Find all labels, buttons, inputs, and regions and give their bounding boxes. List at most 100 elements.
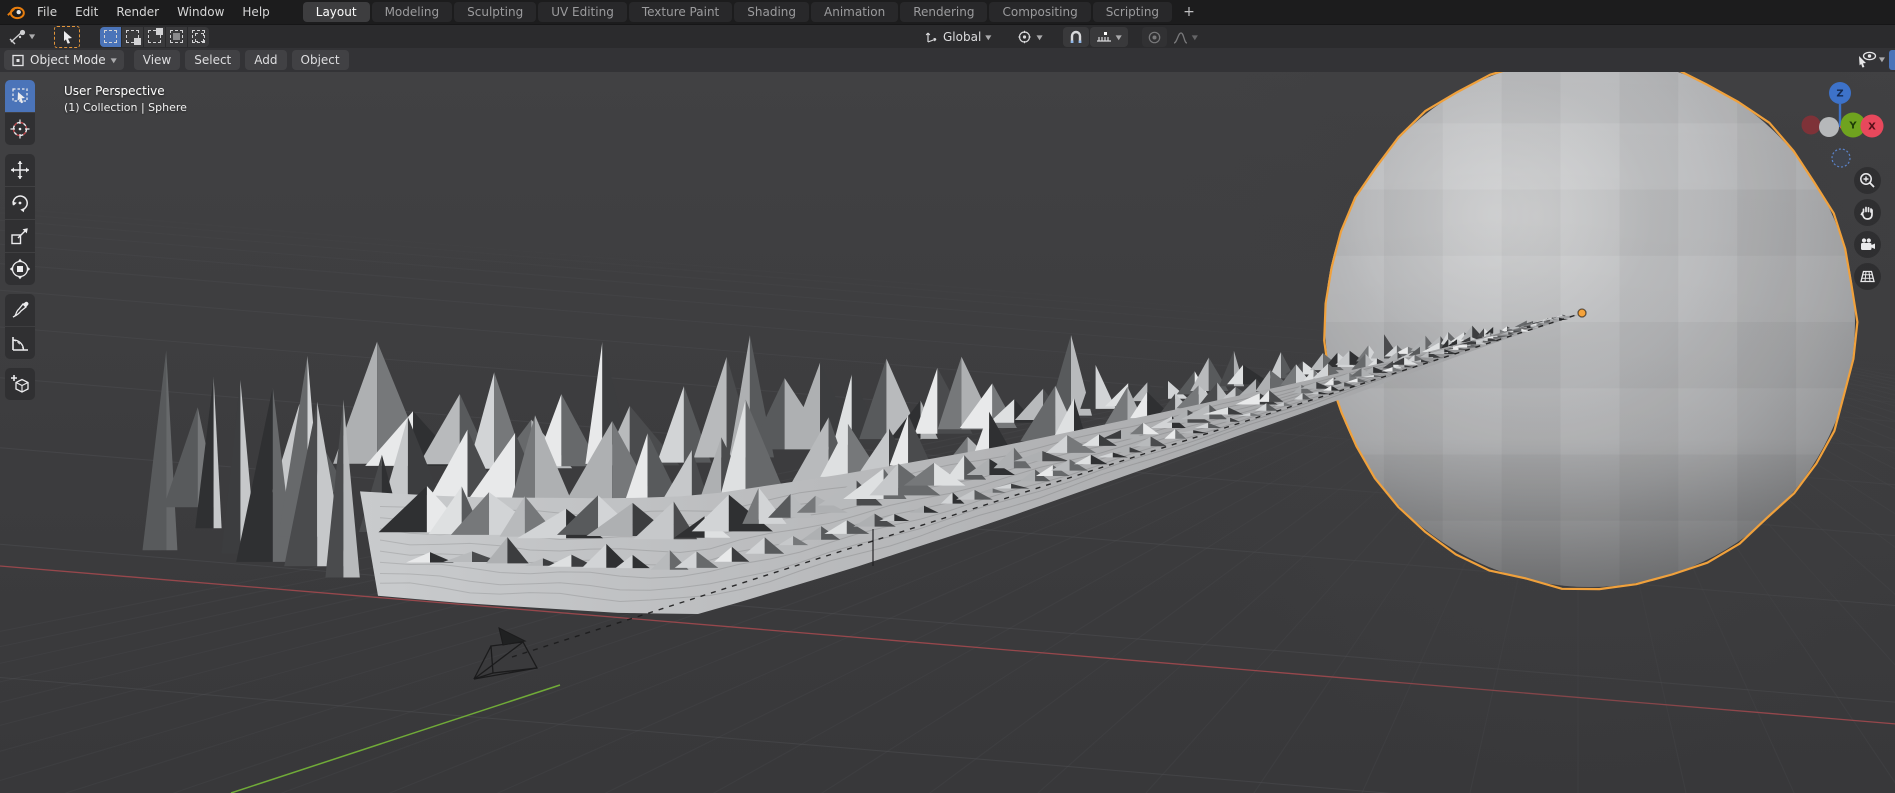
active-tool-indicator[interactable] bbox=[54, 26, 80, 48]
orthographic-icon bbox=[1858, 267, 1877, 286]
pivot-point-dropdown[interactable]: ▼ bbox=[1011, 27, 1048, 47]
transform-icon bbox=[9, 258, 31, 280]
nav-zoom-button[interactable] bbox=[1854, 167, 1881, 194]
chevron-down-icon: ▼ bbox=[29, 33, 35, 40]
tool-rotate[interactable] bbox=[5, 187, 35, 219]
editor-type-selector[interactable]: ▼ bbox=[6, 28, 38, 46]
object-origin-dot[interactable] bbox=[1578, 309, 1586, 317]
magnet-icon bbox=[1069, 30, 1083, 44]
select-mode-set[interactable] bbox=[100, 27, 122, 47]
orientation-label: Global bbox=[943, 30, 981, 44]
mode-dropdown[interactable]: Object Mode ▼ bbox=[4, 50, 124, 70]
tool-move[interactable] bbox=[5, 154, 35, 186]
menu-file[interactable]: File bbox=[28, 3, 66, 21]
rotate-icon bbox=[9, 192, 31, 214]
tab-texture-paint[interactable]: Texture Paint bbox=[629, 2, 732, 22]
viewport-menu-view[interactable]: View bbox=[134, 50, 180, 70]
scale-icon bbox=[9, 225, 31, 247]
tab-compositing[interactable]: Compositing bbox=[989, 2, 1090, 22]
transform-orientation-dropdown[interactable]: Global ▼ bbox=[918, 27, 997, 47]
tool-cursor[interactable] bbox=[5, 113, 35, 145]
chevron-down-icon: ▼ bbox=[1192, 33, 1198, 40]
tool-transform[interactable] bbox=[5, 253, 35, 285]
tool-add-cube[interactable] bbox=[5, 368, 35, 400]
pan-icon bbox=[1858, 203, 1877, 222]
tool-measure[interactable] bbox=[5, 327, 35, 359]
viewport-canvas[interactable] bbox=[0, 72, 1895, 793]
falloff-curve-icon bbox=[1173, 31, 1188, 44]
tab-rendering[interactable]: Rendering bbox=[900, 2, 987, 22]
measure-icon bbox=[9, 332, 31, 354]
gizmo-axis-y: Y bbox=[1848, 121, 1857, 132]
chevron-down-icon: ▼ bbox=[1036, 33, 1042, 40]
tab-shading[interactable]: Shading bbox=[734, 2, 809, 22]
toolbar bbox=[5, 80, 35, 401]
tab-modeling[interactable]: Modeling bbox=[372, 2, 453, 22]
nav-orthographic-button[interactable] bbox=[1854, 263, 1881, 290]
tool-settings-bar: ▼ Global ▼ bbox=[0, 24, 1895, 48]
proportional-editing-toggle[interactable] bbox=[1142, 27, 1167, 47]
add-cube-icon bbox=[9, 373, 31, 395]
mode-label: Object Mode bbox=[30, 53, 106, 67]
select-mode-subtract-icon bbox=[148, 30, 161, 43]
3d-viewport[interactable]: User Perspective (1) Collection | Sphere… bbox=[0, 72, 1895, 793]
select-mode-invert-icon bbox=[170, 30, 183, 43]
proportional-edit-icon bbox=[1148, 31, 1161, 44]
cursor-icon bbox=[9, 118, 31, 140]
cursor-eye-icon bbox=[1857, 51, 1877, 68]
select-mode-intersect-icon bbox=[192, 30, 205, 43]
orientation-icon bbox=[924, 30, 939, 44]
select-mode-subtract[interactable] bbox=[144, 27, 166, 47]
pivot-point-icon bbox=[1017, 30, 1032, 44]
menu-render[interactable]: Render bbox=[107, 3, 168, 21]
nav-pan-button[interactable] bbox=[1854, 199, 1881, 226]
snap-settings-dropdown[interactable]: ▼ bbox=[1090, 27, 1128, 47]
transform-snap-group: Global ▼ ▼ bbox=[918, 27, 1204, 47]
menu-bar: FileEditRenderWindowHelp bbox=[28, 3, 279, 21]
topbar: FileEditRenderWindowHelp LayoutModelingS… bbox=[0, 0, 1895, 24]
select-mode-extend[interactable] bbox=[122, 27, 144, 47]
tab-uv-editing[interactable]: UV Editing bbox=[538, 2, 627, 22]
view-perspective-label: User Perspective bbox=[64, 84, 165, 98]
blender-window: FileEditRenderWindowHelp LayoutModelingS… bbox=[0, 0, 1895, 793]
shading-mode-button-partial[interactable] bbox=[1889, 50, 1895, 70]
viewport-header: Object Mode ▼ ViewSelectAdd Object ▼ bbox=[0, 48, 1895, 72]
camera-icon bbox=[1858, 235, 1877, 254]
viewport-menus: ViewSelectAdd Object bbox=[124, 50, 349, 70]
tool-annotate[interactable] bbox=[5, 294, 35, 326]
viewport-menu-object[interactable]: Object bbox=[292, 50, 349, 70]
zoom-icon bbox=[1858, 171, 1877, 190]
viewport-menu-select[interactable]: Select bbox=[185, 50, 240, 70]
chevron-down-icon: ▼ bbox=[1879, 56, 1885, 63]
gizmo-axis-x: X bbox=[1868, 122, 1876, 133]
snap-toggle-button[interactable] bbox=[1063, 27, 1089, 47]
select-box-icon bbox=[9, 85, 31, 107]
add-workspace-button[interactable]: + bbox=[1174, 3, 1204, 21]
proportional-falloff-dropdown[interactable]: ▼ bbox=[1167, 27, 1204, 47]
tab-sculpting[interactable]: Sculpting bbox=[454, 2, 536, 22]
chevron-down-icon: ▼ bbox=[1116, 33, 1122, 40]
tool-scale[interactable] bbox=[5, 220, 35, 252]
select-mode-extend-icon bbox=[126, 30, 139, 43]
object-mode-icon bbox=[11, 54, 25, 67]
menu-window[interactable]: Window bbox=[168, 3, 233, 21]
blender-logo-icon[interactable] bbox=[6, 3, 26, 21]
object-visibility-dropdown[interactable]: ▼ bbox=[1855, 50, 1887, 69]
menu-edit[interactable]: Edit bbox=[66, 3, 107, 21]
viewport-menu-add[interactable]: Add bbox=[245, 50, 286, 70]
select-mode-invert[interactable] bbox=[166, 27, 188, 47]
select-mode-intersect[interactable] bbox=[188, 27, 209, 47]
move-icon bbox=[9, 159, 31, 181]
menu-help[interactable]: Help bbox=[233, 3, 278, 21]
tab-animation[interactable]: Animation bbox=[811, 2, 898, 22]
nav-camera-button[interactable] bbox=[1854, 231, 1881, 258]
annotate-icon bbox=[9, 299, 31, 321]
cursor-arrow-icon bbox=[61, 30, 74, 44]
select-mode-set-icon bbox=[104, 30, 117, 43]
tab-scripting[interactable]: Scripting bbox=[1093, 2, 1172, 22]
tab-layout[interactable]: Layout bbox=[303, 2, 370, 22]
active-object-label: (1) Collection | Sphere bbox=[64, 101, 187, 114]
tool-settings-icon bbox=[9, 29, 27, 45]
tool-select-box[interactable] bbox=[5, 80, 35, 112]
chevron-down-icon: ▼ bbox=[985, 33, 991, 40]
